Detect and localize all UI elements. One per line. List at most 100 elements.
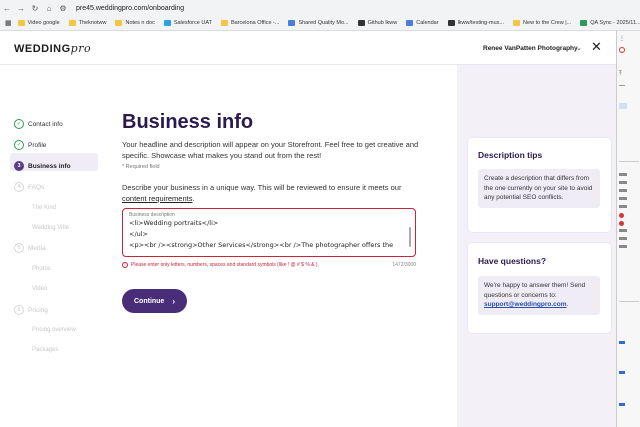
step-item: 4 FAQs: [14, 181, 44, 193]
folder-icon: [580, 20, 588, 26]
error-text: Please enter only letters, numbers, spac…: [131, 261, 319, 268]
bookmark-label: Video google: [27, 20, 60, 26]
content-requirements-link[interactable]: content requirements: [122, 194, 192, 203]
browser-toolbar: ← → ↻ ⌂ ⚙ pre45.weddingpro.com/onboardin…: [0, 0, 640, 16]
devtools-row: [619, 237, 627, 240]
upload-icon[interactable]: ⤒: [619, 71, 622, 78]
prompt-text: Describe your business in a unique way. …: [122, 183, 402, 192]
step-item[interactable]: ✓ Contact info: [14, 118, 63, 130]
folder-icon: [288, 20, 296, 26]
devtools-link: [619, 403, 625, 406]
back-icon[interactable]: ←: [0, 4, 14, 13]
support-email-link[interactable]: support@weddingpro.com: [484, 301, 567, 308]
bookmark-item[interactable]: Video google: [17, 20, 60, 26]
chevron-right-icon: ›: [172, 296, 175, 306]
substep-item: Pricing overview: [32, 327, 76, 333]
step-label: Profile: [28, 141, 47, 149]
record-icon[interactable]: [619, 47, 625, 53]
logo-wordmark: WEDDING: [14, 43, 71, 55]
bookmark-item[interactable]: Salesforce UAT: [163, 20, 212, 26]
devtools-row: [619, 245, 627, 248]
required-note: * Required field: [122, 164, 160, 170]
bookmark-label: Salesforce UAT: [173, 20, 212, 26]
step-number: 3: [14, 161, 24, 171]
devtools-row: [619, 205, 627, 208]
devtools-tab[interactable]: [619, 103, 627, 109]
bookmark-item[interactable]: Calendar: [406, 20, 439, 26]
bookmark-label: Github lkww: [367, 20, 398, 26]
devtools-divider: [619, 85, 625, 86]
continue-button[interactable]: Continue ›: [122, 289, 187, 313]
devtools-row: [619, 197, 627, 200]
bookmark-item[interactable]: Notes n doc: [115, 20, 155, 26]
address-bar[interactable]: pre45.weddingpro.com/onboarding: [76, 5, 184, 12]
substep-item: Wedding Vibe: [32, 225, 70, 231]
prompt-end: .: [192, 194, 195, 203]
devtools-link: [619, 371, 625, 374]
tips-body: Create a description that differs from t…: [478, 169, 600, 208]
folder-icon: [163, 20, 171, 26]
devtools-icon[interactable]: ⋮: [619, 35, 625, 42]
bookmark-item[interactable]: Github lkww: [357, 20, 398, 26]
questions-text: We're happy to answer them! Send questio…: [484, 282, 586, 299]
textarea-scrollbar[interactable]: [409, 227, 411, 247]
step-item[interactable]: ✓ Profile: [14, 139, 46, 151]
questions-card: Have questions? We're happy to answer th…: [468, 243, 611, 333]
step-item: 5 Media: [14, 242, 46, 254]
validation-error: ! Please enter only letters, numbers, sp…: [122, 260, 416, 269]
bookmark-item[interactable]: QA Sync - 2025/11...: [580, 20, 640, 26]
business-description-textarea[interactable]: Business description <li>Wedding portrai…: [122, 208, 416, 257]
bookmark-label: Shared Quality Mo...: [298, 20, 349, 26]
step-number: 4: [14, 182, 24, 192]
substep-item: Packages: [32, 347, 59, 353]
folder-icon: [447, 20, 455, 26]
apps-icon[interactable]: ▦: [5, 19, 12, 27]
devtools-row: [619, 181, 627, 184]
textarea-line: </ul>: [129, 230, 149, 238]
bookmark-item[interactable]: Shared Quality Mo...: [288, 20, 349, 26]
textarea-line: <p><br /><strong>Other Services</strong>…: [129, 241, 394, 249]
home-icon[interactable]: ⌂: [42, 4, 56, 13]
bookmark-item[interactable]: Barcelona Office -...: [220, 20, 280, 26]
bookmark-label: Notes n doc: [125, 20, 155, 26]
folder-icon: [220, 20, 228, 26]
bookmark-label: Theknotww: [78, 20, 107, 26]
app-header: WEDDINGpro Renee VanPatten Photography ⌄…: [0, 31, 616, 65]
folder-icon: [17, 20, 25, 26]
substep-item: Photos: [32, 266, 51, 272]
forward-icon[interactable]: →: [14, 4, 28, 13]
devtools-row: [619, 189, 627, 192]
help-panel: Description tips Create a description th…: [457, 65, 616, 427]
account-name[interactable]: Renee VanPatten Photography: [483, 45, 578, 52]
devtools-row: [619, 173, 627, 176]
devtools-panel: ⋮ ⤒: [616, 31, 640, 427]
bookmark-label: Barcelona Office -...: [230, 20, 280, 26]
substep-item: The Kind: [32, 205, 57, 211]
bookmark-item[interactable]: lkww/testing-mus...: [447, 20, 504, 26]
questions-title: Have questions?: [478, 256, 547, 266]
reload-icon[interactable]: ↻: [28, 4, 42, 13]
step-item[interactable]: 3 Business info: [14, 160, 71, 172]
error-dot-icon: [619, 213, 624, 218]
onboarding-app: WEDDINGpro Renee VanPatten Photography ⌄…: [0, 31, 616, 427]
step-label: Pricing: [28, 306, 48, 314]
devtools-divider: [619, 301, 639, 302]
chevron-down-icon[interactable]: ⌄: [576, 44, 582, 52]
page-title: Business info: [122, 111, 254, 133]
bookmark-label: QA Sync - 2025/11...: [590, 20, 640, 26]
questions-body: We're happy to answer them! Send questio…: [478, 276, 600, 315]
bookmark-item[interactable]: New to the Crew |...: [513, 20, 571, 26]
check-icon: ✓: [14, 140, 24, 150]
site-info-icon[interactable]: ⚙: [56, 4, 70, 13]
folder-icon: [115, 20, 123, 26]
tips-title: Description tips: [478, 150, 543, 160]
folder-icon: [357, 20, 365, 26]
step-label: Contact info: [28, 120, 63, 128]
step-label: FAQs: [28, 183, 45, 191]
weddingpro-logo[interactable]: WEDDINGpro: [14, 42, 91, 55]
close-icon[interactable]: ✕: [591, 39, 602, 55]
folder-icon: [406, 20, 414, 26]
bookmark-item[interactable]: Theknotww: [68, 20, 107, 26]
devtools-link: [619, 341, 625, 344]
error-dot-icon: [619, 221, 624, 226]
